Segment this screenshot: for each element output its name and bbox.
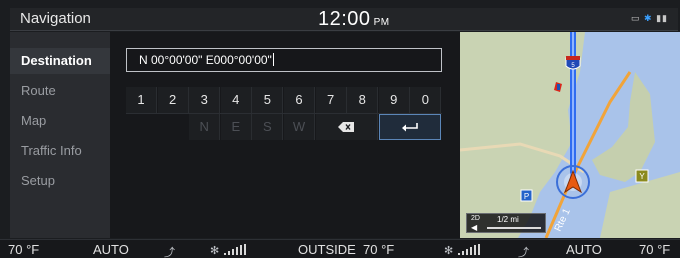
right-temp[interactable]: 70 °F xyxy=(639,242,670,257)
map-scale-bar xyxy=(487,227,541,229)
right-climate-mode[interactable]: AUTO xyxy=(566,242,602,257)
left-temp[interactable]: 70 °F xyxy=(8,242,39,257)
key-n[interactable]: N xyxy=(189,114,221,140)
key-9[interactable]: 9 xyxy=(378,87,410,113)
outside-label: OUTSIDE xyxy=(298,242,356,257)
status-bar: Navigation 12:00 PM ▭ ✱ ▮▮ xyxy=(10,8,678,31)
status-icons: ▭ ✱ ▮▮ xyxy=(631,13,668,24)
poi-icon: Y xyxy=(635,169,649,183)
key-2[interactable]: 2 xyxy=(157,87,189,113)
bluetooth-icon: ✱ xyxy=(644,13,653,23)
keypad-divider xyxy=(126,113,442,114)
battery-icon: ▭ xyxy=(631,13,641,23)
coordinate-entry-panel: N 00°00'00" E000°00'00" 1 2 3 4 5 6 7 8 … xyxy=(110,32,460,238)
coordinate-input[interactable]: N 00°00'00" E000°00'00" xyxy=(126,48,442,72)
key-3[interactable]: 3 xyxy=(189,87,221,113)
sidebar: Destination Route Map Traffic Info Setup xyxy=(10,32,110,238)
key-7[interactable]: 7 xyxy=(315,87,347,113)
key-6[interactable]: 6 xyxy=(284,87,315,113)
outside-temp: 70 °F xyxy=(363,242,395,257)
text-caret xyxy=(272,53,274,66)
svg-text:P: P xyxy=(524,192,529,201)
right-fan-icon[interactable]: ✻ xyxy=(444,244,453,257)
enter-button[interactable] xyxy=(378,114,441,140)
map-view[interactable]: 5 P Y Rte 1 2D ◀ 1/2 mi xyxy=(460,32,680,238)
sidebar-item-traffic-info[interactable]: Traffic Info xyxy=(10,138,110,164)
key-0[interactable]: 0 xyxy=(410,87,442,113)
sidebar-item-destination[interactable]: Destination xyxy=(10,48,110,74)
sidebar-item-map[interactable]: Map xyxy=(10,108,110,134)
sidebar-item-setup[interactable]: Setup xyxy=(10,168,110,194)
right-fan-level xyxy=(458,244,486,255)
map-scale-control[interactable]: 2D ◀ 1/2 mi xyxy=(466,213,546,233)
app-title: Navigation xyxy=(20,10,91,27)
key-1[interactable]: 1 xyxy=(126,87,157,113)
key-5[interactable]: 5 xyxy=(252,87,284,113)
key-4[interactable]: 4 xyxy=(220,87,252,113)
key-w[interactable]: W xyxy=(284,114,315,140)
key-s[interactable]: S xyxy=(252,114,284,140)
nav-screen: Navigation 12:00 PM ▭ ✱ ▮▮ Destination Ro… xyxy=(0,0,680,258)
climate-bar: 70 °F AUTO ⤴ ✻ OUTSIDE 70 °F ✻ ⤴ AUTO 70… xyxy=(0,239,680,258)
left-climate-mode[interactable]: AUTO xyxy=(93,242,129,257)
left-fan-level xyxy=(224,244,252,255)
view-mode-label: 2D xyxy=(471,215,480,222)
backspace-icon xyxy=(338,122,355,132)
left-airflow-icon[interactable]: ⤴ xyxy=(164,244,175,258)
right-airflow-icon[interactable]: ⤴ xyxy=(518,244,529,258)
parking-icon: P xyxy=(520,189,533,202)
key-e[interactable]: E xyxy=(220,114,252,140)
enter-icon xyxy=(401,123,418,132)
backspace-button[interactable] xyxy=(315,114,378,140)
left-fan-icon[interactable]: ✻ xyxy=(210,244,219,257)
clock-ampm: PM xyxy=(373,17,390,28)
clock: 12:00 PM xyxy=(318,8,390,31)
svg-text:Y: Y xyxy=(639,172,645,181)
key-8[interactable]: 8 xyxy=(347,87,379,113)
sidebar-item-route[interactable]: Route xyxy=(10,78,110,104)
map-scale-label: 1/2 mi xyxy=(497,215,519,224)
clock-time: 12:00 xyxy=(318,8,371,30)
coordinate-value: N 00°00'00" E000°00'00" xyxy=(139,53,272,67)
compass-arrow-icon: ◀ xyxy=(471,223,478,232)
signal-icon: ▮▮ xyxy=(656,13,668,23)
highway-shield-icon: 5 xyxy=(565,56,581,70)
map-canvas: 5 P Y Rte 1 xyxy=(460,32,680,238)
